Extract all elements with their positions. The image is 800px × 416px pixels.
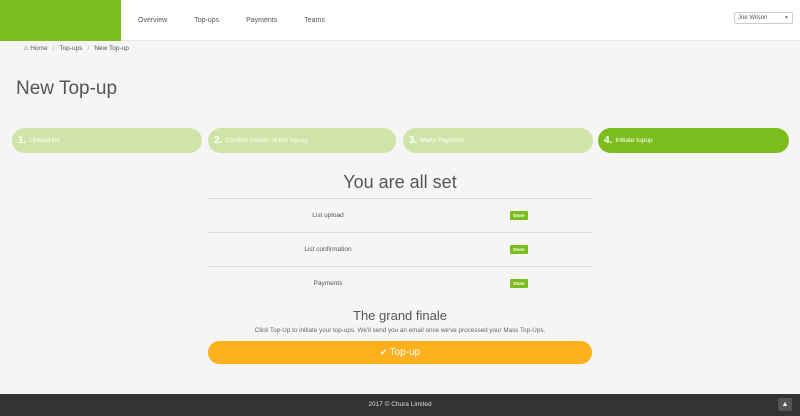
user-name: Joe Wilson xyxy=(738,15,768,21)
chevron-down-icon: ▼ xyxy=(784,15,789,21)
nav-payments[interactable]: Payments xyxy=(246,17,277,24)
status-row: Payments Done xyxy=(208,267,592,301)
finale-title: The grand finale xyxy=(353,308,447,323)
status-row-label: List upload xyxy=(312,212,344,219)
check-icon: ✔ xyxy=(379,347,388,357)
status-list: List upload Done List confirmation Done … xyxy=(208,198,592,301)
breadcrumb-top-ups[interactable]: Top-ups xyxy=(59,45,82,52)
breadcrumb-separator: / xyxy=(52,45,55,52)
status-row: List confirmation Done xyxy=(208,233,592,267)
status-title: You are all set xyxy=(343,172,457,192)
step-make-payment[interactable]: 3. Make Payment xyxy=(403,128,593,153)
finale-description: Click Top-Up to initiate your top-ups. W… xyxy=(254,327,546,334)
breadcrumb-home[interactable]: Home xyxy=(30,45,47,52)
step-initiate-topup[interactable]: 4. Initiate topup xyxy=(598,128,789,153)
scroll-to-top-button[interactable]: ▲ xyxy=(778,398,792,411)
wizard-steps: 1. Upload list 2. Confirm Details of the… xyxy=(12,128,789,153)
footer-copyright: 2017 © Chura Limited xyxy=(368,401,432,408)
user-menu[interactable]: Joe Wilson ▼ xyxy=(734,12,793,24)
nav-top-ups[interactable]: Top-ups xyxy=(194,17,219,24)
step-label: Confirm Details of the top-up xyxy=(225,137,309,144)
status-badge: Done xyxy=(510,211,528,220)
top-up-button-label: Top-up xyxy=(389,347,421,358)
breadcrumb-current: New Top-up xyxy=(94,45,129,52)
step-number: 2. xyxy=(214,135,223,146)
step-label: Upload list xyxy=(29,137,60,144)
breadcrumb: ⌂ Home / Top-ups / New Top-up xyxy=(24,45,129,52)
step-number: 1. xyxy=(18,135,27,146)
chevron-up-icon: ▲ xyxy=(781,401,789,408)
step-confirm-details[interactable]: 2. Confirm Details of the top-up xyxy=(208,128,396,153)
main-nav: Overview Top-ups Payments Teams xyxy=(138,0,352,41)
status-row-label: List confirmation xyxy=(304,246,352,253)
step-number: 3. xyxy=(409,135,418,146)
home-icon: ⌂ xyxy=(24,45,29,52)
status-row: List upload Done xyxy=(208,199,592,233)
step-number: 4. xyxy=(604,135,613,146)
step-upload-list[interactable]: 1. Upload list xyxy=(12,128,202,153)
breadcrumb-separator: / xyxy=(87,45,90,52)
page-title: New Top-up xyxy=(16,78,118,99)
top-up-button[interactable]: ✔ Top-up xyxy=(208,341,592,364)
step-label: Make Payment xyxy=(420,137,464,144)
status-panel: You are all set List upload Done List co… xyxy=(208,172,592,301)
nav-teams[interactable]: Teams xyxy=(304,17,325,24)
status-badge: Done xyxy=(510,245,528,254)
status-row-label: Payments xyxy=(313,280,343,287)
nav-overview[interactable]: Overview xyxy=(138,17,167,24)
step-label: Initiate topup xyxy=(615,137,653,144)
footer: 2017 © Chura Limited xyxy=(0,394,800,416)
status-badge: Done xyxy=(510,279,528,288)
brand-logo[interactable] xyxy=(0,0,121,41)
top-navbar: Overview Top-ups Payments Teams Joe Wils… xyxy=(0,0,800,41)
